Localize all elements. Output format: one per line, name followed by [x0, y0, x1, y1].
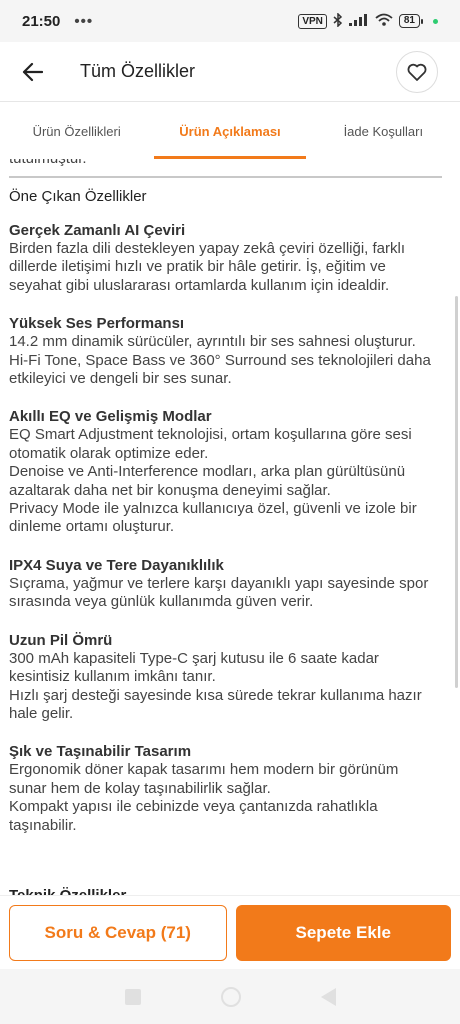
description-content[interactable]: tutulmuştur. Öne Çıkan Özellikler Gerçek… — [0, 159, 460, 895]
system-nav-bar — [0, 969, 460, 1024]
feature-text: sırasında veya günlük kullanımda güven v… — [9, 593, 314, 611]
feature-text: sunar hem de kolay taşınabilirlik sağlar… — [9, 779, 271, 797]
arrow-left-icon — [22, 62, 43, 81]
feature-block: Akıllı EQ ve Gelişmiş Modlar EQ Smart Ad… — [9, 407, 451, 536]
privacy-indicator-dot — [433, 18, 438, 24]
signal-icon — [348, 13, 369, 29]
feature-text: dinleme ortamı oluşturur. — [9, 518, 175, 536]
feature-title: Yüksek Ses Performansı — [9, 315, 185, 333]
feature-block: Uzun Pil Ömrü 300 mAh kapasiteli Type-C … — [9, 631, 451, 724]
page-title: Tüm Özellikler — [80, 61, 196, 81]
scrollbar[interactable] — [455, 296, 458, 688]
favorite-button[interactable] — [396, 50, 438, 93]
feature-text: kesintisiz kullanım imkânı tanır. — [9, 668, 216, 686]
status-icons: VPN 81 — [298, 11, 438, 30]
feature-text: dillerde iletişimi hızlı ve pratik bir h… — [9, 258, 386, 276]
feature-text: Ergonomik döner kapak tasarımı hem moder… — [9, 761, 399, 779]
feature-title: Gerçek Zamanlı AI Çeviri — [9, 222, 186, 239]
vpn-icon: VPN — [298, 13, 327, 29]
tab-bar: Ürün Özellikleri Ürün Açıklaması İade Ko… — [0, 103, 460, 159]
feature-text: Kompakt yapısı ile cebinizde veya çantan… — [9, 798, 378, 816]
section-heading-technical: Teknik Özellikler — [9, 887, 451, 895]
add-to-cart-button[interactable]: Sepete Ekle — [235, 904, 451, 961]
feature-block: Şık ve Taşınabilir Tasarım Ergonomik dön… — [9, 742, 451, 835]
feature-text: EQ Smart Adjustment teknolojisi, ortam k… — [9, 426, 412, 444]
status-bar: 21:50 ••• VPN 81 — [0, 0, 460, 42]
feature-text: Hızlı şarj desteği sayesinde kısa sürede… — [9, 686, 422, 704]
feature-title: Şık ve Taşınabilir Tasarım — [9, 743, 192, 761]
feature-text: Birden fazla dili destekleyen yapay zekâ… — [9, 240, 406, 257]
home-icon[interactable] — [220, 986, 241, 1007]
heart-icon — [407, 63, 427, 81]
questions-answers-button[interactable]: Soru & Cevap (71) — [9, 904, 227, 961]
tab-return-conditions[interactable]: İade Koşulları — [307, 103, 460, 159]
feature-text: otomatik olarak optimize eder. — [9, 444, 209, 462]
app-bar: Tüm Özellikler — [0, 42, 460, 102]
status-time: 21:50 — [22, 12, 61, 30]
feature-title: IPX4 Suya ve Tere Dayanıklılık — [9, 556, 224, 574]
feature-text: Sıçrama, yağmur ve terlere karşı dayanık… — [9, 574, 429, 592]
tab-product-features[interactable]: Ürün Özellikleri — [0, 103, 153, 159]
back-button[interactable] — [4, 42, 60, 102]
feature-title: Akıllı EQ ve Gelişmiş Modlar — [9, 408, 212, 426]
recents-icon[interactable] — [124, 988, 141, 1005]
feature-text: taşınabilir. — [9, 816, 77, 834]
feature-block: Yüksek Ses Performansı 14.2 mm dinamik s… — [9, 314, 451, 388]
feature-text: azaltarak daha net bir konuşma deneyimi … — [9, 481, 331, 499]
section-heading-highlights: Öne Çıkan Özellikler — [9, 188, 147, 205]
feature-text: Privacy Mode ile yalnızca kullanıcıya öz… — [9, 500, 417, 518]
battery-tip — [421, 18, 423, 24]
tab-product-description[interactable]: Ürün Açıklaması — [153, 103, 306, 159]
bottom-action-bar: Soru & Cevap (71) Sepete Ekle — [0, 895, 460, 969]
feature-text: Denoise ve Anti-Interference modları, ar… — [9, 463, 406, 481]
previous-text-fragment: tutulmuştur. — [9, 159, 442, 178]
status-dots: ••• — [74, 12, 94, 30]
feature-text: hale gelir. — [9, 704, 74, 722]
feature-block: Gerçek Zamanlı AI Çeviri Birden fazla di… — [9, 221, 451, 295]
feature-text: etkileyici ve dengeli bir ses sunar. — [9, 370, 232, 388]
back-triangle-icon[interactable] — [320, 987, 336, 1006]
feature-title: Uzun Pil Ömrü — [9, 631, 113, 649]
feature-text: 300 mAh kapasiteli Type-C şarj kutusu il… — [9, 649, 379, 667]
battery-icon: 81 — [398, 14, 423, 28]
bluetooth-icon — [333, 11, 343, 30]
wifi-icon — [375, 13, 393, 29]
feature-text: 14.2 mm dinamik sürücüler, ayrıntılı bir… — [9, 333, 416, 351]
battery-level: 81 — [398, 14, 420, 28]
feature-text: seyahat gibi uluslararası ortamlarda kul… — [9, 276, 390, 294]
feature-block: IPX4 Suya ve Tere Dayanıklılık Sıçrama, … — [9, 556, 451, 612]
feature-text: Hi-Fi Tone, Space Bass ve 360° Surround … — [9, 351, 431, 369]
